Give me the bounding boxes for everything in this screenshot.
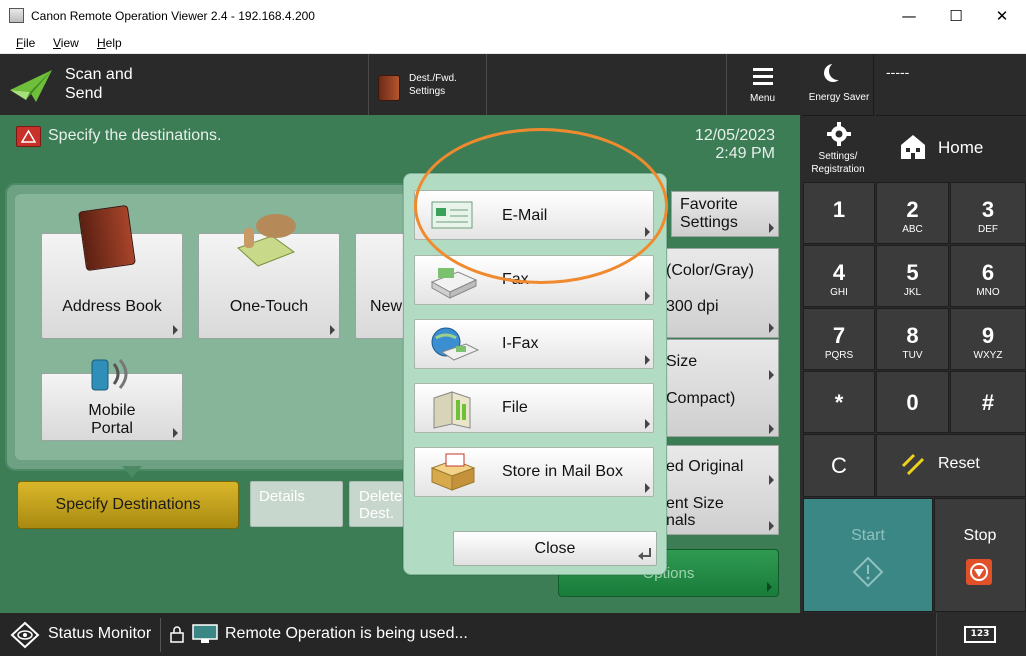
menu-view[interactable]: View (53, 36, 79, 50)
chevron-right-icon (769, 521, 774, 531)
size-value: Size (666, 353, 698, 370)
start-diamond-icon (852, 556, 884, 588)
one-touch-icon (237, 214, 296, 267)
details-button[interactable]: Details (250, 481, 343, 527)
chevron-right-icon (645, 291, 650, 301)
datetime: 12/05/2023 2:49 PM (694, 127, 775, 162)
original-value: ed Original (666, 458, 744, 475)
address-book-label: Address Book (62, 298, 162, 315)
popup-close-button[interactable]: Close (453, 531, 657, 566)
close-window-button[interactable]: ✕ (979, 0, 1025, 32)
menubar (0, 32, 1026, 54)
one-touch-label: One-Touch (229, 298, 309, 315)
start-button[interactable] (803, 498, 933, 612)
key-1[interactable]: 1 (803, 182, 875, 244)
chevron-right-icon (330, 325, 335, 335)
chevron-right-icon (769, 475, 774, 485)
new-destination-label: New (370, 298, 403, 315)
reset-label: Reset (938, 455, 980, 472)
new-destination-button[interactable] (355, 233, 405, 339)
chevron-right-icon (645, 419, 650, 429)
file-icon (433, 391, 471, 429)
favorite-settings-button[interactable]: Favorite Settings (671, 191, 779, 237)
status-divider (160, 618, 161, 652)
menu-label: Menu (750, 93, 776, 104)
settings-registration-label: Settings/ Registration (811, 151, 865, 175)
chevron-right-icon (767, 582, 772, 592)
specify-destinations-tab[interactable]: Specify Destinations (17, 481, 239, 529)
key-9[interactable]: 9 WXYZ (950, 308, 1026, 370)
reset-icon (901, 453, 925, 476)
store-in-mail-box-label: Store in Mail Box (502, 463, 623, 480)
address-book-icon (78, 204, 136, 272)
return-arrow-icon (638, 548, 651, 560)
clear-button[interactable]: C (803, 434, 875, 497)
key-6[interactable]: 6 MNO (950, 245, 1026, 307)
ifax-icon (431, 327, 480, 361)
status-monitor-button[interactable]: Status Monitor (48, 625, 151, 643)
chevron-right-icon (173, 325, 178, 335)
address-book-small-icon (378, 75, 400, 101)
home-icon (901, 135, 925, 159)
chevron-right-icon (645, 355, 650, 365)
stop-icon (966, 559, 992, 585)
ifax-label: I-Fax (502, 335, 539, 352)
menu-help[interactable]: Help (97, 36, 122, 50)
warning-icon (16, 126, 41, 147)
compact-value: Compact) (666, 390, 736, 407)
header-divider (486, 54, 487, 115)
status-bar (0, 613, 1026, 656)
energy-saver-label: Energy Saver (808, 92, 870, 103)
mailbox-icon (430, 453, 476, 491)
key-hash[interactable]: # (950, 371, 1026, 433)
scan-send-icon (10, 70, 52, 102)
resolution-value: 300 dpi (666, 298, 719, 315)
delete-dest-button[interactable]: Delete Dest. (349, 481, 405, 527)
hamburger-icon (753, 68, 773, 89)
remote-monitor-icon (192, 624, 218, 643)
lock-icon (170, 626, 184, 643)
stop-button[interactable] (934, 498, 1026, 612)
menu-file[interactable]: File (16, 36, 35, 50)
color-mode-value: (Color/Gray) (666, 262, 755, 279)
chevron-right-icon (173, 428, 178, 438)
keypad-icon: 123 (964, 626, 996, 643)
stop-label: Stop (963, 527, 997, 544)
minimize-button[interactable]: — (886, 0, 932, 32)
instruction-message: Specify the destinations. (48, 127, 222, 144)
file-label: File (502, 399, 528, 416)
gear-icon (827, 122, 851, 146)
key-3[interactable]: 3 DEF (950, 182, 1026, 244)
mobile-portal-icon (91, 359, 128, 391)
panel-pointer (122, 466, 142, 478)
home-label: Home (938, 138, 984, 157)
chevron-right-icon (769, 424, 774, 434)
key-2[interactable]: 2 ABC (876, 182, 949, 244)
key-7[interactable]: 7 PQRS (803, 308, 875, 370)
app-icon (9, 8, 24, 23)
key-asterisk[interactable]: * (803, 371, 875, 433)
chevron-right-icon (769, 370, 774, 380)
key-0[interactable]: 0 (876, 371, 949, 433)
window-title: Canon Remote Operation Viewer 2.4 - 192.… (31, 9, 315, 23)
mobile-portal-label: Mobile Portal (88, 402, 136, 437)
chevron-right-icon (645, 483, 650, 493)
highlight-annotation (414, 128, 668, 284)
remote-operation-message: Remote Operation is being used... (225, 625, 468, 642)
different-size-value: ent Size nals (666, 495, 724, 529)
maximize-button[interactable]: ☐ (933, 0, 979, 32)
status-monitor-icon[interactable] (10, 621, 40, 649)
key-4[interactable]: 4 GHI (803, 245, 875, 307)
status-placeholder: ----- (886, 64, 910, 80)
chevron-right-icon (769, 323, 774, 333)
key-8[interactable]: 8 TUV (876, 308, 949, 370)
app-title: Scan and Send (65, 66, 133, 102)
start-label: Start (851, 527, 885, 544)
dest-fwd-settings-label: Dest./Fwd. Settings (409, 73, 457, 97)
chevron-right-icon (769, 223, 774, 233)
moon-icon (829, 62, 847, 80)
key-5[interactable]: 5 JKL (876, 245, 949, 307)
